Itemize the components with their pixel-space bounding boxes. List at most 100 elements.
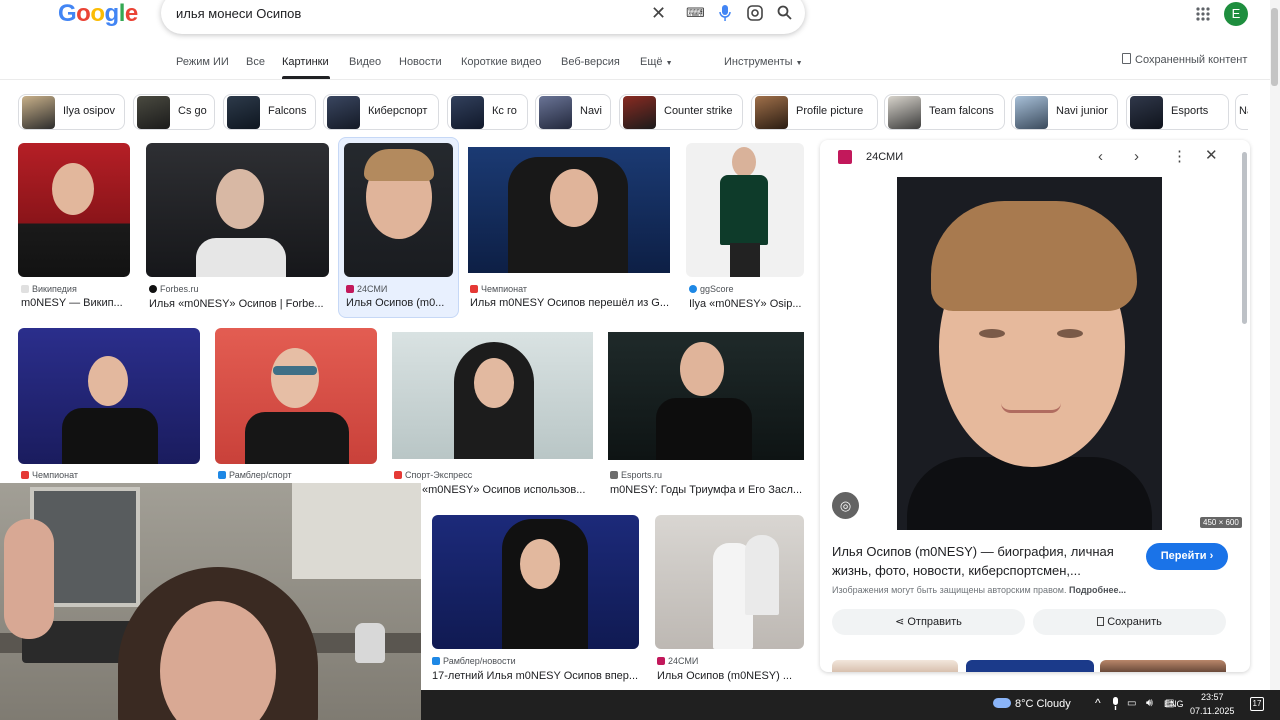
tab-more[interactable]: Ещё ▼ [640, 56, 673, 68]
related-thumbnail[interactable] [966, 660, 1094, 672]
previous-icon[interactable]: ‹ [1098, 149, 1103, 165]
clear-icon[interactable]: ✕ [651, 4, 666, 22]
tab-video[interactable]: Видео [349, 56, 381, 68]
tab-news[interactable]: Новости [399, 56, 442, 68]
windows-taskbar: 8°C Cloudy ^ ▭ 🔊︎ ▤ ENG 23:57 07.11.2025… [421, 690, 1280, 720]
image-result-selected[interactable]: 24СМИ Илья Осипов (m0... [344, 143, 454, 313]
chip-esports-ru[interactable]: Киберспорт [323, 94, 439, 130]
image-result[interactable]: Рамблер/спорт [215, 328, 377, 484]
close-icon[interactable]: ✕ [1205, 148, 1218, 164]
face-shape [52, 163, 94, 215]
visual-search-icon[interactable]: ◎ [832, 492, 859, 519]
chip-ilya-osipov[interactable]: Ilya osipov [18, 94, 125, 130]
preview-source[interactable]: 24СМИ [866, 151, 903, 163]
next-icon[interactable]: › [1134, 149, 1139, 165]
copyright-text: Изображения могут быть защищены авторски… [832, 585, 1067, 595]
saved-content-link[interactable]: Сохраненный контент [1122, 53, 1247, 66]
chip-team-falcons[interactable]: Team falcons [884, 94, 1005, 130]
save-button[interactable]: Сохранить [1033, 609, 1226, 635]
chip-profile-picture[interactable]: Profile picture [751, 94, 878, 130]
legs-shape [730, 243, 760, 277]
chip-label: Cs go [178, 105, 207, 117]
chip-falcons[interactable]: Falcons [223, 94, 316, 130]
chip-label: Counter strike [664, 105, 733, 117]
hair-shape [364, 149, 434, 181]
chip-ks-go[interactable]: Кс го [447, 94, 528, 130]
tab-ai-mode[interactable]: Режим ИИ [176, 56, 229, 68]
notifications-badge[interactable]: 17 [1250, 697, 1264, 711]
chip-na[interactable]: Na [1235, 94, 1248, 130]
chip-esports[interactable]: Esports [1126, 94, 1229, 130]
image-result[interactable]: Рамблер/новости 17-летний Илья m0NESY Ос… [432, 515, 639, 687]
tray-chevron-icon[interactable]: ^ [1095, 696, 1101, 710]
logo-letter: o [76, 0, 91, 27]
chip-label: Team falcons [929, 105, 994, 117]
account-avatar[interactable]: E [1224, 2, 1248, 26]
result-image [655, 515, 804, 649]
related-thumbnail[interactable] [1100, 660, 1226, 672]
tools-label: Инструменты [724, 56, 793, 68]
related-chips: Ilya osipov Cs go Falcons Киберспорт Кс … [18, 94, 1248, 130]
result-image [392, 332, 593, 459]
visit-button[interactable]: Перейти › [1146, 543, 1228, 570]
result-title: Илья Осипов (m0NESY) ... [657, 670, 793, 682]
chip-thumbnail [227, 96, 260, 129]
google-logo[interactable]: Google [58, 0, 138, 28]
result-title: Ilya «m0NESY» Osip... [689, 298, 802, 310]
volume-icon[interactable]: 🔊︎ [1146, 697, 1153, 710]
search-icon[interactable] [777, 5, 792, 24]
source-label: Рамблер/спорт [229, 470, 292, 480]
site-icon [610, 471, 618, 479]
chip-label: Falcons [268, 105, 307, 117]
share-button[interactable]: ⋖ Отправить [832, 609, 1025, 635]
related-thumbnail[interactable] [832, 660, 958, 672]
image-result[interactable]: 24СМИ Илья Осипов (m0NESY) ... [655, 515, 804, 687]
preview-image[interactable] [897, 177, 1162, 530]
search-input[interactable]: илья монеси Осипов [176, 6, 301, 21]
image-result[interactable]: ggScore Ilya «m0NESY» Osip... [686, 143, 804, 313]
chip-navi[interactable]: Navi [535, 94, 611, 130]
more-options-icon[interactable]: ⋮ [1172, 149, 1187, 165]
image-result[interactable]: Чемпионат [18, 328, 200, 484]
cloud-icon [993, 698, 1011, 708]
panel-scrollbar[interactable] [1242, 152, 1247, 324]
image-result[interactable]: Чемпионат Илья m0NESY Осипов перешёл из … [468, 147, 670, 313]
image-result[interactable]: Forbes.ru Илья «m0NESY» Осипов | Forbe..… [146, 143, 329, 313]
lens-icon[interactable] [747, 5, 763, 25]
apps-grid-icon[interactable] [1196, 6, 1210, 26]
chip-navi-junior[interactable]: Navi junior [1011, 94, 1118, 130]
image-result[interactable]: Спорт-Экспресс «m0NESY» Осипов использов… [392, 332, 593, 500]
result-source: 24СМИ [657, 656, 698, 666]
image-result[interactable]: Esports.ru m0NESY: Годы Триумфа и Его За… [608, 332, 804, 500]
page-scrollbar-track[interactable] [1270, 0, 1280, 690]
chip-counter-strike[interactable]: Counter strike [619, 94, 743, 130]
result-image [432, 515, 639, 649]
keyboard-icon[interactable]: ⌨ [686, 5, 705, 21]
clock-time[interactable]: 23:57 [1201, 692, 1224, 702]
tab-short-videos[interactable]: Короткие видео [461, 56, 541, 68]
chip-cs-go[interactable]: Cs go [133, 94, 215, 130]
tab-all[interactable]: Все [246, 56, 265, 68]
tools-button[interactable]: Инструменты ▼ [724, 56, 803, 68]
tab-web[interactable]: Веб-версия [561, 56, 620, 68]
person-shape [745, 535, 779, 615]
chip-thumbnail [327, 96, 360, 129]
microphone-icon[interactable] [1111, 697, 1120, 713]
tab-images[interactable]: Картинки [282, 56, 329, 68]
source-label: 24СМИ [668, 656, 699, 666]
search-box[interactable]: илья монеси Осипов ✕ ⌨ [161, 0, 805, 34]
site-icon [657, 657, 665, 665]
microphone-icon[interactable] [719, 5, 731, 25]
image-result[interactable]: Википедия m0NESY — Викип... [18, 143, 131, 313]
weather-widget[interactable]: 8°C Cloudy [993, 698, 1071, 710]
clock-date[interactable]: 07.11.2025 [1190, 706, 1234, 716]
source-label: Спорт-Экспресс [405, 470, 473, 480]
battery-icon[interactable]: ▭ [1127, 698, 1136, 709]
learn-more-link[interactable]: Подробнее... [1069, 585, 1126, 595]
page-scrollbar-thumb[interactable] [1271, 8, 1278, 86]
chip-label: Navi [580, 105, 603, 117]
face-shape [732, 147, 756, 177]
lang-text[interactable]: ENG [1164, 699, 1184, 709]
preview-title[interactable]: Илья Осипов (m0NESY) — биография, личная… [832, 542, 1132, 580]
source-label: Рамблер/новости [443, 656, 516, 666]
